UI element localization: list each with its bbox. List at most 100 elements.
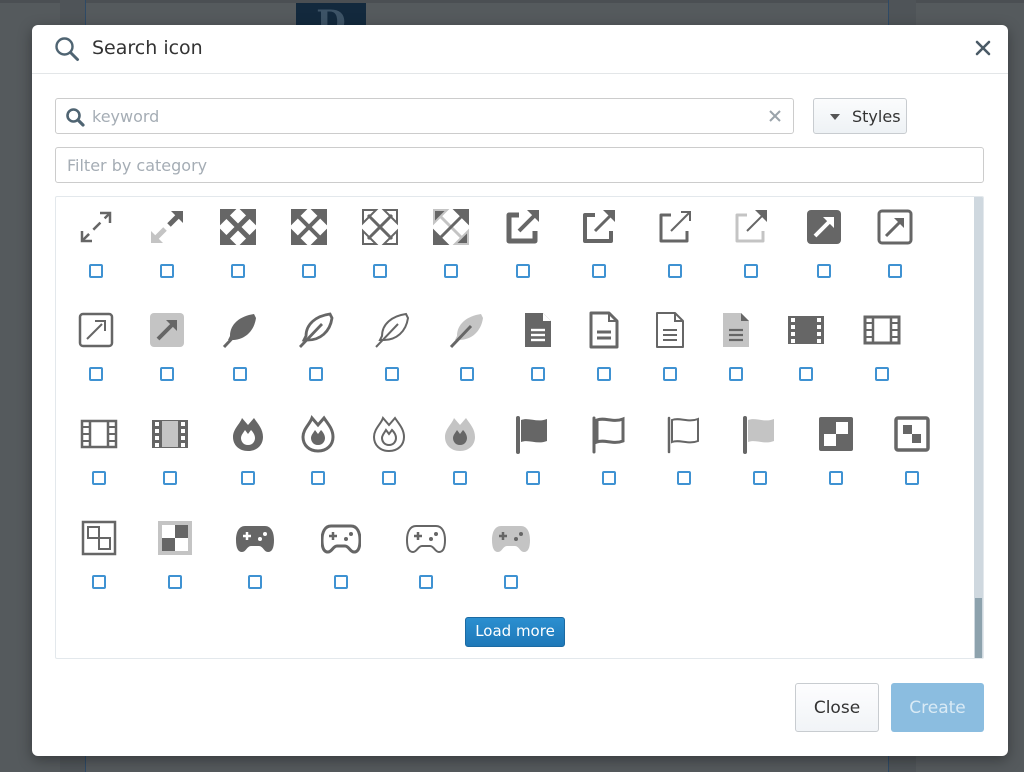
icon-result-item[interactable] (216, 404, 276, 494)
icon-select-checkbox[interactable] (677, 471, 691, 485)
icon-result-item[interactable] (309, 508, 369, 598)
icon-select-checkbox[interactable] (729, 367, 743, 381)
icon-result-item[interactable] (135, 197, 195, 287)
load-more-button[interactable]: Load more (465, 617, 565, 647)
icon-select-checkbox[interactable] (602, 471, 616, 485)
close-icon[interactable] (974, 39, 992, 57)
icon-select-checkbox[interactable] (419, 575, 433, 589)
fire-alt-icon[interactable] (369, 414, 409, 454)
icon-select-checkbox[interactable] (160, 264, 174, 278)
flag-icon[interactable] (589, 414, 629, 454)
game-board-alt-icon[interactable] (79, 518, 119, 558)
icon-select-checkbox[interactable] (597, 367, 611, 381)
icon-result-item[interactable] (435, 300, 495, 390)
icon-select-checkbox[interactable] (241, 471, 255, 485)
external-link-icon[interactable] (579, 207, 619, 247)
icon-result-item[interactable] (567, 197, 627, 287)
fire-alt-icon[interactable] (440, 414, 480, 454)
external-link-icon[interactable] (503, 207, 543, 247)
icon-select-checkbox[interactable] (382, 471, 396, 485)
flag-icon[interactable] (513, 414, 553, 454)
icon-select-checkbox[interactable] (89, 264, 103, 278)
film-icon[interactable] (862, 310, 902, 350)
icon-result-item[interactable] (67, 508, 127, 598)
expand-arrows-icon[interactable] (360, 207, 400, 247)
file-alt-icon[interactable] (518, 310, 558, 350)
gamepad-alt-icon[interactable] (406, 518, 446, 558)
icon-result-item[interactable] (206, 197, 266, 287)
arrows-alt-h-diag-icon[interactable] (76, 207, 116, 247)
icon-result-item[interactable] (138, 404, 198, 494)
expand-arrows-icon[interactable] (218, 207, 258, 247)
icon-select-checkbox[interactable] (516, 264, 530, 278)
scrollbar-thumb[interactable] (975, 598, 982, 658)
icon-result-item[interactable] (863, 197, 923, 287)
icon-result-item[interactable] (638, 300, 698, 390)
external-link-square-icon[interactable] (875, 207, 915, 247)
icon-select-checkbox[interactable] (385, 367, 399, 381)
create-button[interactable]: Create (891, 683, 984, 732)
fire-alt-icon[interactable] (228, 414, 268, 454)
category-filter-input[interactable] (67, 149, 967, 181)
icon-select-checkbox[interactable] (309, 367, 323, 381)
icon-result-item[interactable] (704, 300, 764, 390)
icon-select-checkbox[interactable] (817, 264, 831, 278)
icon-result-item[interactable] (577, 404, 637, 494)
icon-select-checkbox[interactable] (231, 264, 245, 278)
file-alt-icon[interactable] (584, 310, 624, 350)
icon-select-checkbox[interactable] (504, 575, 518, 589)
icon-select-checkbox[interactable] (311, 471, 325, 485)
feather-icon[interactable] (220, 310, 260, 350)
icon-select-checkbox[interactable] (663, 367, 677, 381)
game-board-alt-icon[interactable] (816, 414, 856, 454)
icon-select-checkbox[interactable] (888, 264, 902, 278)
flag-icon[interactable] (664, 414, 704, 454)
expand-arrows-icon[interactable] (431, 207, 471, 247)
gamepad-alt-icon[interactable] (235, 518, 275, 558)
icon-select-checkbox[interactable] (233, 367, 247, 381)
external-link-square-icon[interactable] (76, 310, 116, 350)
icon-result-item[interactable] (67, 404, 127, 494)
icon-select-checkbox[interactable] (92, 575, 106, 589)
gamepad-alt-icon[interactable] (491, 518, 531, 558)
icon-result-item[interactable] (501, 404, 561, 494)
icon-result-item[interactable] (428, 404, 488, 494)
icon-result-item[interactable] (135, 300, 195, 390)
file-alt-icon[interactable] (650, 310, 690, 350)
gamepad-alt-icon[interactable] (321, 518, 361, 558)
icon-select-checkbox[interactable] (668, 264, 682, 278)
flag-icon[interactable] (740, 414, 780, 454)
icon-select-checkbox[interactable] (829, 471, 843, 485)
icon-result-item[interactable] (357, 404, 417, 494)
icon-select-checkbox[interactable] (248, 575, 262, 589)
icon-select-checkbox[interactable] (526, 471, 540, 485)
feather-icon[interactable] (447, 310, 487, 350)
file-alt-icon[interactable] (716, 310, 756, 350)
icon-result-item[interactable] (728, 404, 788, 494)
icon-select-checkbox[interactable] (453, 471, 467, 485)
icon-result-item[interactable] (774, 300, 834, 390)
icon-result-item[interactable] (572, 300, 632, 390)
film-icon[interactable] (79, 414, 119, 454)
icon-select-checkbox[interactable] (592, 264, 606, 278)
icon-result-item[interactable] (643, 197, 703, 287)
feather-icon[interactable] (372, 310, 412, 350)
arrows-expand-icon[interactable] (147, 207, 187, 247)
icon-result-item[interactable] (143, 508, 203, 598)
icon-result-item[interactable] (419, 197, 479, 287)
icon-select-checkbox[interactable] (334, 575, 348, 589)
external-link-icon[interactable] (655, 207, 695, 247)
icon-result-item[interactable] (880, 404, 940, 494)
keyword-input[interactable] (92, 100, 752, 132)
icon-result-item[interactable] (394, 508, 454, 598)
icon-result-item[interactable] (208, 300, 268, 390)
icon-select-checkbox[interactable] (89, 367, 103, 381)
icon-select-checkbox[interactable] (168, 575, 182, 589)
icon-result-item[interactable] (284, 300, 344, 390)
game-board-alt-icon[interactable] (155, 518, 195, 558)
icon-result-item[interactable] (360, 300, 420, 390)
icon-select-checkbox[interactable] (92, 471, 106, 485)
icon-select-checkbox[interactable] (302, 264, 316, 278)
icon-select-checkbox[interactable] (460, 367, 474, 381)
icon-select-checkbox[interactable] (163, 471, 177, 485)
